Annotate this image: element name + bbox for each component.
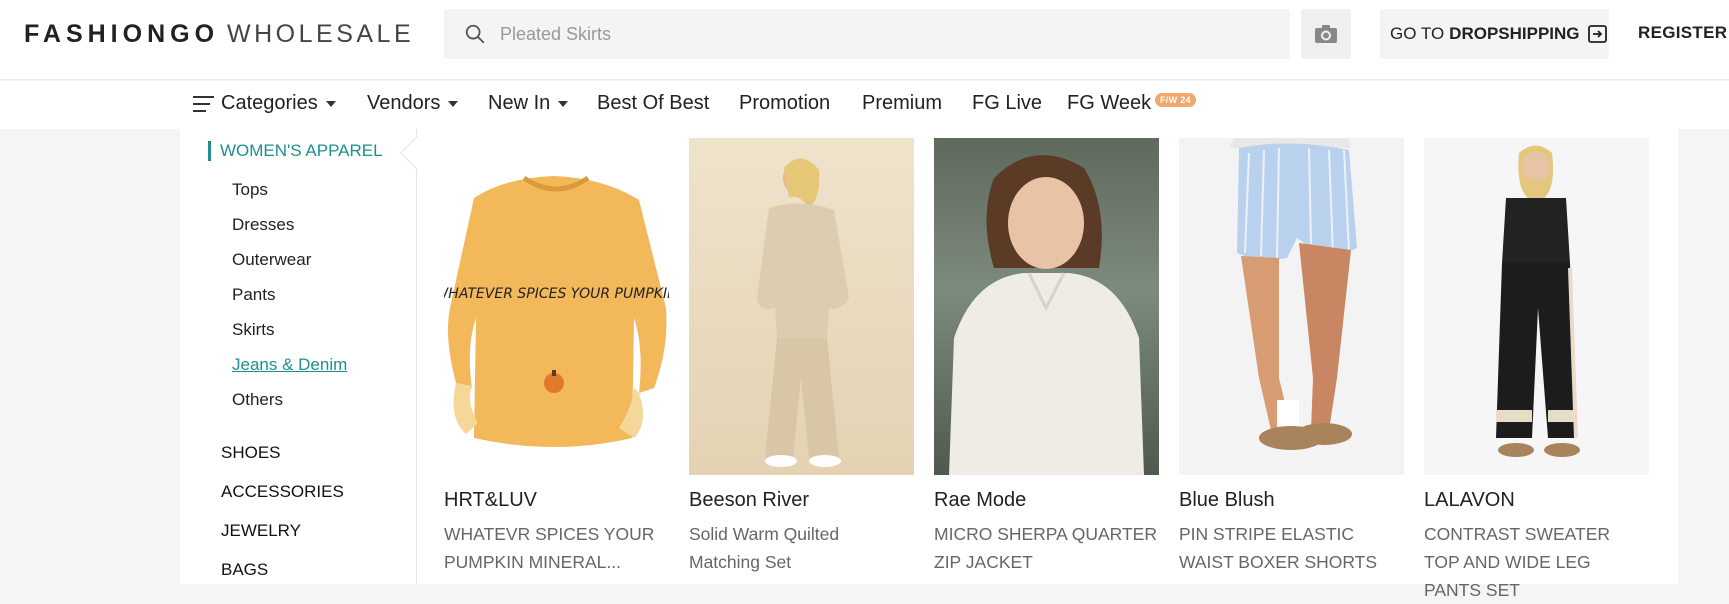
- sidebar-item-shoes[interactable]: SHOES: [221, 443, 281, 463]
- sidebar-item-dresses[interactable]: Dresses: [232, 215, 294, 235]
- nav-label: FG Live: [972, 92, 1043, 114]
- nav-fg-live[interactable]: FG Live: [972, 92, 1042, 115]
- menu-icon: [193, 95, 214, 112]
- exit-icon: [1587, 25, 1607, 43]
- chevron-down-icon: [325, 100, 336, 107]
- product-description[interactable]: MICRO SHERPA QUARTER ZIP JACKET: [934, 520, 1159, 576]
- fashiongo-logo[interactable]: FASHIONGO WHOLESALE: [24, 20, 414, 48]
- nav-premium[interactable]: Premium: [862, 92, 942, 115]
- dropshipping-button[interactable]: GO TO DROPSHIPPING: [1380, 9, 1609, 59]
- sidebar-item-others[interactable]: Others: [232, 390, 283, 410]
- product-vendor[interactable]: LALAVON: [1424, 489, 1649, 512]
- fw-badge: F/W 24: [1155, 93, 1196, 107]
- image-search-button[interactable]: [1301, 9, 1351, 59]
- product-description[interactable]: Solid Warm Quilted Matching Set: [689, 520, 914, 576]
- search-input[interactable]: [500, 23, 1260, 45]
- product-image[interactable]: WHATEVER SPICES YOUR PUMPKIN: [444, 138, 669, 475]
- sidebar-item-outerwear[interactable]: Outerwear: [232, 250, 311, 270]
- category-sidebar: WOMEN'S APPAREL Tops Dresses Outerwear P…: [180, 129, 417, 584]
- search-icon: [465, 24, 485, 44]
- logo-sub: WHOLESALE: [227, 20, 415, 48]
- chevron-down-icon: [448, 100, 459, 107]
- sidebar-item-bags[interactable]: BAGS: [221, 560, 268, 580]
- nav-label: Vendors: [367, 92, 441, 114]
- logo-brand: FASHIONGO: [24, 20, 220, 48]
- product-card[interactable]: Rae Mode MICRO SHERPA QUARTER ZIP JACKET: [934, 138, 1159, 576]
- product-card[interactable]: Beeson River Solid Warm Quilted Matching…: [689, 138, 914, 576]
- nav-best-of-best[interactable]: Best Of Best: [597, 92, 709, 115]
- sidebar-item-skirts[interactable]: Skirts: [232, 320, 275, 340]
- site-header: FASHIONGO WHOLESALE GO TO DROPSHIPPING R…: [0, 0, 1729, 80]
- nav-categories[interactable]: Categories: [193, 92, 336, 115]
- dropship-prefix: GO TO: [1390, 24, 1445, 43]
- product-print-text: WHATEVER SPICES YOUR PUMPKIN: [444, 286, 669, 302]
- product-description[interactable]: CONTRAST SWEATER TOP AND WIDE LEG PANTS …: [1424, 520, 1649, 604]
- product-image[interactable]: [1424, 138, 1649, 475]
- camera-icon: [1315, 25, 1337, 43]
- nav-label: Premium: [862, 92, 943, 114]
- nav-label: Categories: [221, 92, 318, 114]
- nav-label: Best Of Best: [597, 92, 710, 114]
- nav-label: Promotion: [739, 92, 831, 114]
- nav-promotion[interactable]: Promotion: [739, 92, 830, 115]
- product-image[interactable]: [934, 138, 1159, 475]
- register-link[interactable]: REGISTER: [1638, 23, 1727, 43]
- product-card[interactable]: LALAVON CONTRAST SWEATER TOP AND WIDE LE…: [1424, 138, 1649, 604]
- dropship-label: DROPSHIPPING: [1449, 24, 1580, 43]
- product-card[interactable]: WHATEVER SPICES YOUR PUMPKIN HRT&LUV WHA…: [444, 138, 669, 576]
- product-vendor[interactable]: Blue Blush: [1179, 489, 1404, 512]
- sidebar-item-tops[interactable]: Tops: [232, 180, 268, 200]
- sidebar-item-accessories[interactable]: ACCESSORIES: [221, 482, 344, 502]
- product-card[interactable]: Blue Blush PIN STRIPE ELASTIC WAIST BOXE…: [1179, 138, 1404, 576]
- product-image[interactable]: [1179, 138, 1404, 475]
- main-nav: Categories Vendors New In Best Of Best P…: [0, 81, 1729, 129]
- nav-vendors[interactable]: Vendors: [367, 92, 459, 115]
- nav-label: New In: [488, 92, 551, 114]
- search-bar[interactable]: [444, 9, 1290, 59]
- product-image[interactable]: [689, 138, 914, 475]
- product-description[interactable]: WHATEVR SPICES YOUR PUMPKIN MINERAL...: [444, 520, 669, 576]
- sidebar-item-jewelry[interactable]: JEWELRY: [221, 521, 301, 541]
- chevron-down-icon: [558, 100, 569, 107]
- nav-fg-week[interactable]: FG Week: [1067, 92, 1151, 115]
- nav-label: FG Week: [1067, 92, 1152, 114]
- sidebar-item-jeans-denim[interactable]: Jeans & Denim: [232, 355, 347, 375]
- product-vendor[interactable]: Rae Mode: [934, 489, 1159, 512]
- product-vendor[interactable]: HRT&LUV: [444, 489, 669, 512]
- categories-dropdown: WOMEN'S APPAREL Tops Dresses Outerwear P…: [180, 129, 1678, 600]
- nav-new-in[interactable]: New In: [488, 92, 569, 115]
- sidebar-heading[interactable]: WOMEN'S APPAREL: [208, 141, 383, 161]
- product-description[interactable]: PIN STRIPE ELASTIC WAIST BOXER SHORTS: [1179, 520, 1404, 576]
- sidebar-item-pants[interactable]: Pants: [232, 285, 275, 305]
- product-vendor[interactable]: Beeson River: [689, 489, 914, 512]
